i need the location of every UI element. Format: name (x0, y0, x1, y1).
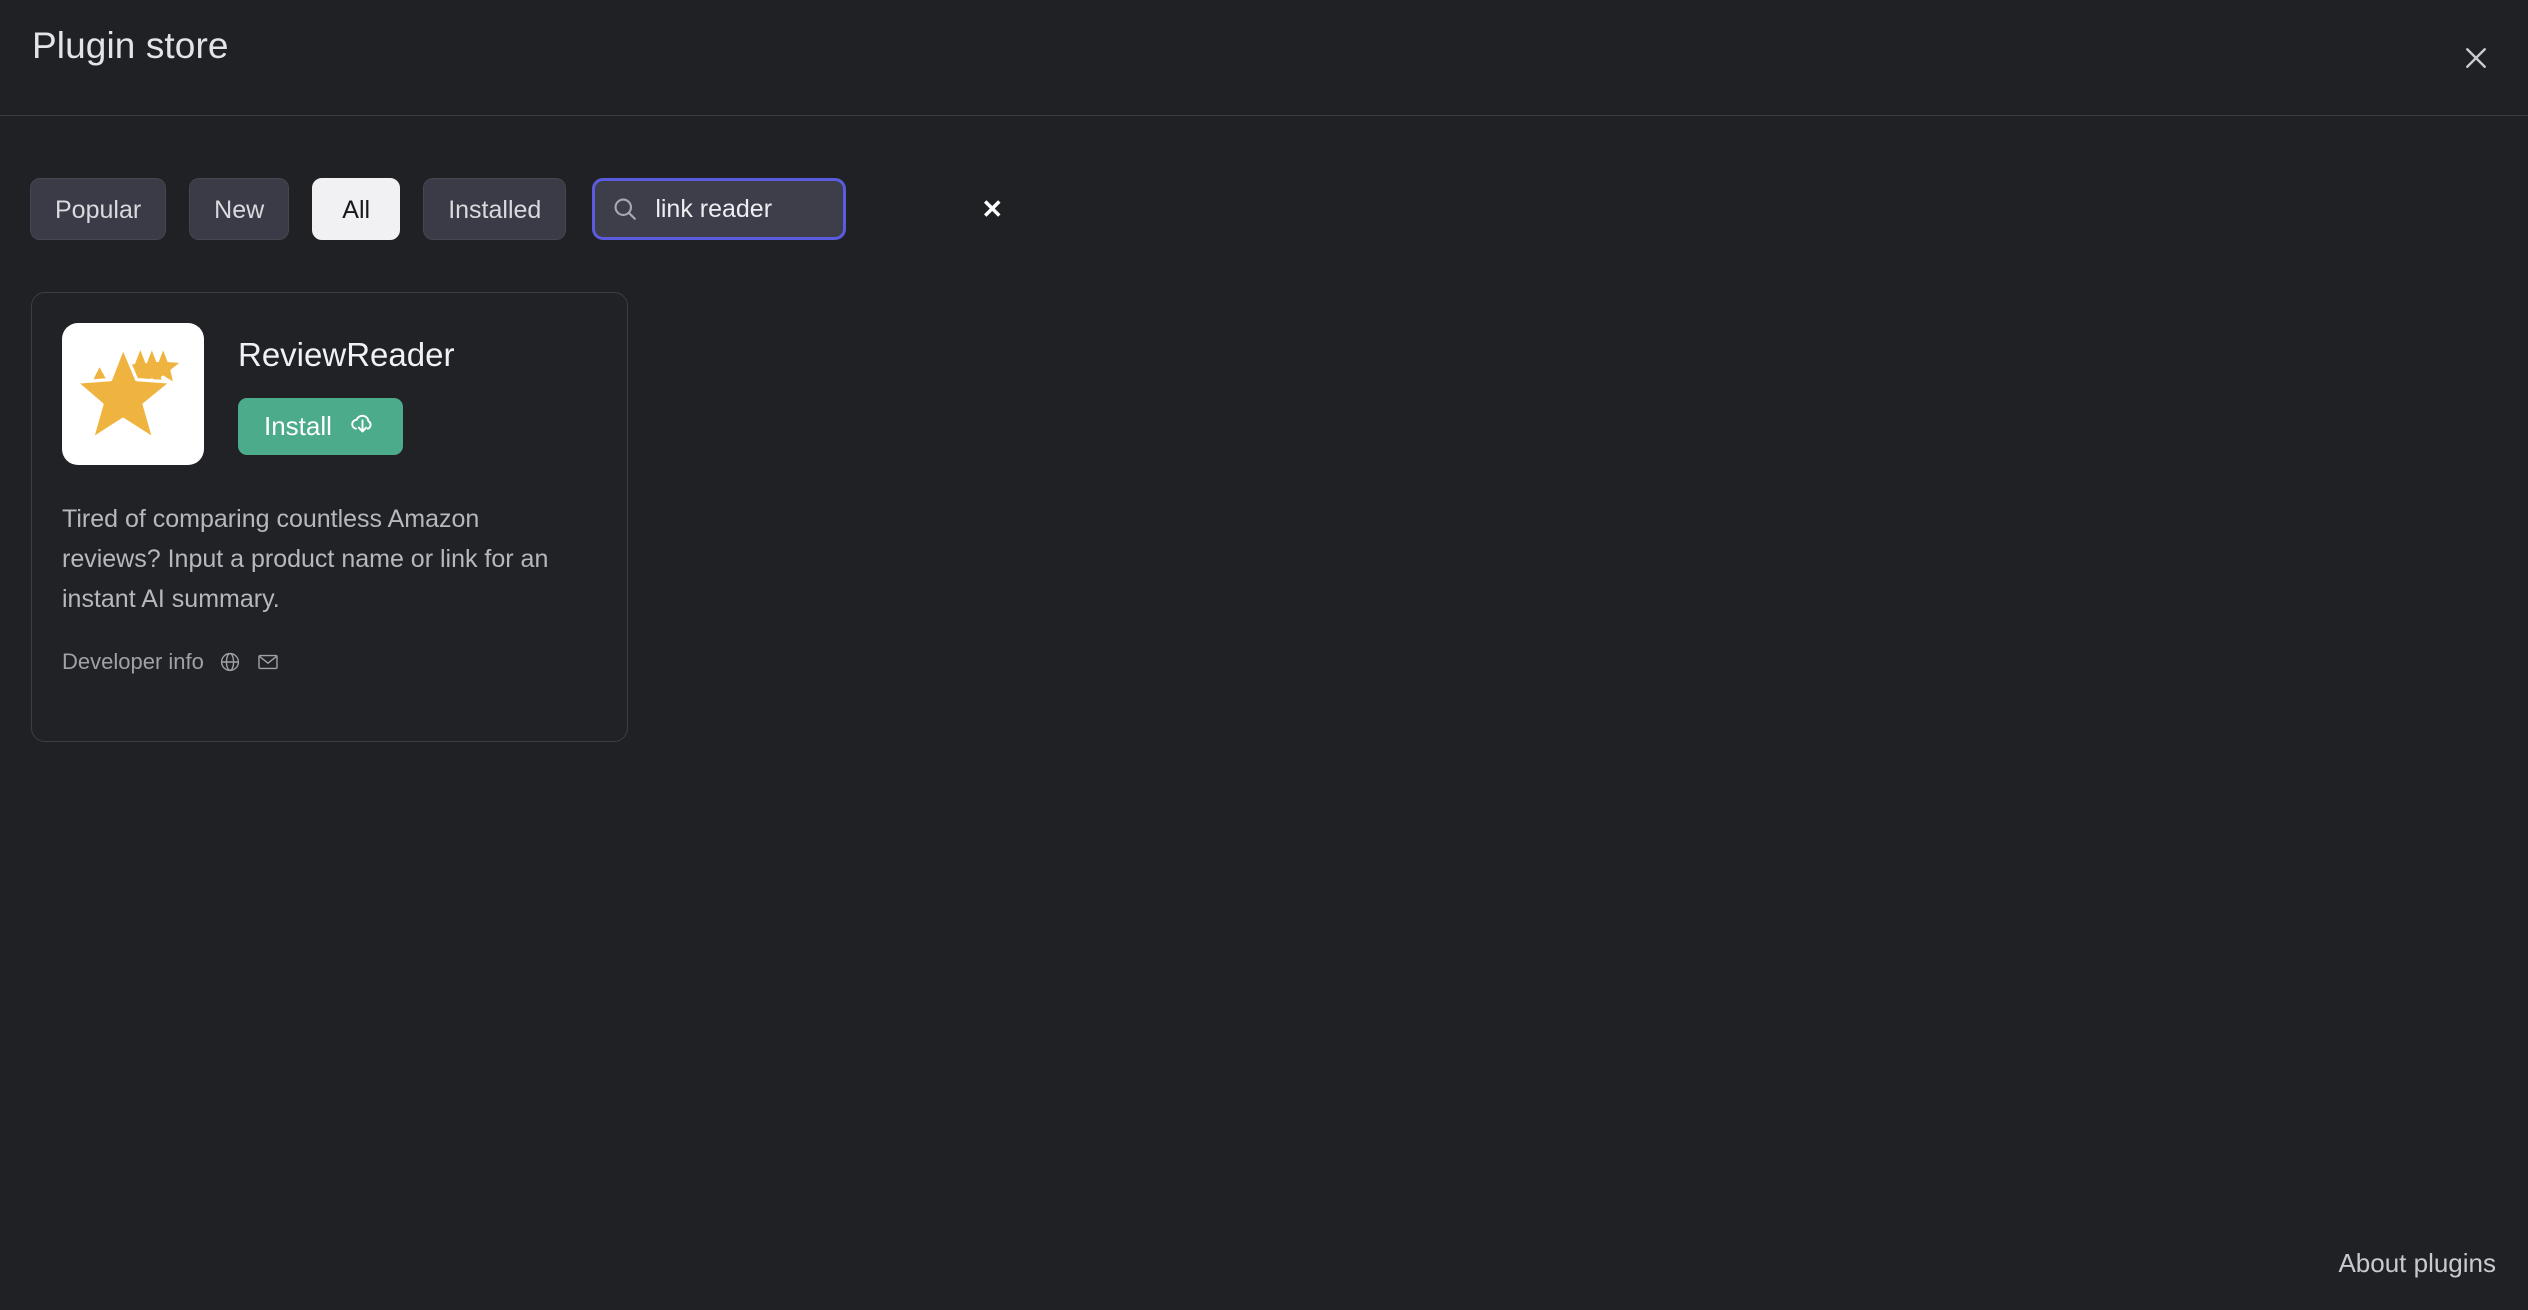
install-button[interactable]: Install (238, 398, 403, 455)
plugin-name: ReviewReader (238, 336, 455, 373)
plugin-description: Tired of comparing countless Amazon revi… (62, 505, 549, 613)
cloud-download-icon (348, 409, 377, 445)
filter-popular[interactable]: Popular (30, 178, 167, 240)
about-plugins-link[interactable]: About plugins (2338, 1247, 2496, 1279)
mail-icon[interactable] (256, 650, 280, 674)
filter-new[interactable]: New (189, 178, 290, 240)
filter-all[interactable]: All (312, 178, 401, 240)
developer-info-label: Developer info (62, 649, 204, 674)
search-icon (611, 195, 639, 223)
dialog-header: Plugin store (0, 0, 2528, 116)
plugin-store-dialog: Plugin store Popular New All Installed l… (0, 0, 2528, 1310)
plugin-card-header: ReviewReader Install (62, 323, 594, 465)
search-input[interactable] (639, 194, 978, 224)
clear-search-icon[interactable]: ✕ (977, 194, 1007, 224)
star-trail-icon (71, 330, 195, 459)
install-button-label: Install (264, 411, 332, 441)
search-box[interactable]: ✕ (592, 178, 1003, 240)
filter-toolbar: Popular New All Installed ✕ (30, 178, 1003, 240)
page-title: Plugin store (32, 25, 229, 66)
plugin-icon (62, 323, 204, 465)
globe-icon[interactable] (218, 650, 242, 674)
developer-info-row: Developer info (62, 649, 594, 675)
filter-installed[interactable]: Installed (423, 178, 567, 240)
plugin-meta: ReviewReader Install (238, 323, 454, 455)
plugin-card[interactable]: ReviewReader Install Tired of comparing … (31, 292, 628, 742)
close-button[interactable] (2446, 28, 2506, 88)
close-icon (2461, 43, 2491, 73)
